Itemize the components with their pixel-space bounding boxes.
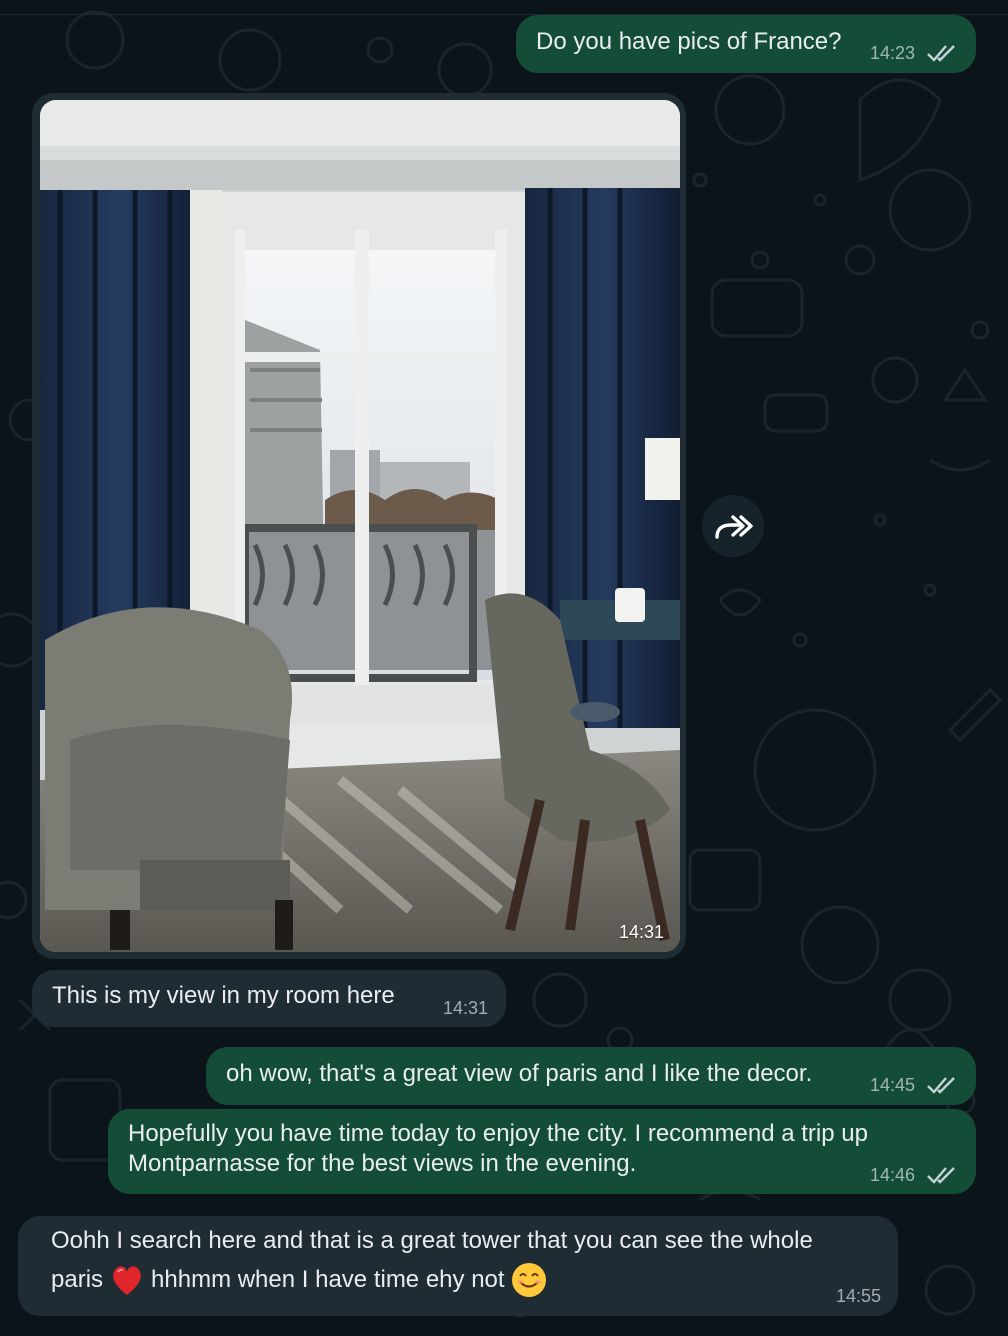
outgoing-message[interactable]: Hopefully you have time today to enjoy t… [108, 1109, 976, 1194]
double-check-icon [927, 45, 955, 62]
outgoing-message[interactable]: Do you have pics of France? 14:23 [516, 15, 976, 73]
hotel-room-photo[interactable] [40, 100, 680, 952]
message-time: 14:31 [443, 998, 489, 1018]
double-check-icon [927, 1167, 955, 1184]
message-text: oh wow, that's a great view of paris and… [226, 1060, 813, 1087]
incoming-message[interactable]: This is my view in my room here 14:31 [32, 970, 506, 1027]
message-text: Do you have pics of France? [536, 28, 842, 55]
message-time: 14:55 [836, 1286, 882, 1306]
message-text: This is my view in my room here [52, 982, 395, 1009]
red-heart-emoji [113, 1266, 141, 1295]
message-text-part: paris [51, 1266, 104, 1293]
message-text-line-1: Oohh I search here and that is a great t… [51, 1227, 813, 1254]
message-time: 14:46 [870, 1165, 916, 1185]
forward-button[interactable] [702, 495, 764, 557]
message-text-line-2: Montparnasse for the best views in the e… [128, 1150, 637, 1177]
incoming-message[interactable]: Oohh I search here and that is a great t… [18, 1216, 898, 1316]
message-time: 14:45 [870, 1075, 916, 1095]
outgoing-message[interactable]: oh wow, that's a great view of paris and… [206, 1047, 976, 1105]
image-time: 14:31 [619, 922, 665, 942]
double-check-icon [927, 1077, 955, 1094]
message-text-part: hhhmm when I have time ehy not [151, 1266, 505, 1293]
message-text-line-1: Hopefully you have time today to enjoy t… [128, 1120, 868, 1147]
forward-icon [715, 515, 753, 539]
message-time: 14:23 [870, 43, 916, 63]
smiling-face-emoji [511, 1263, 546, 1297]
message-text-line-2: paris hhhmm when I have time ehy not [51, 1260, 547, 1300]
